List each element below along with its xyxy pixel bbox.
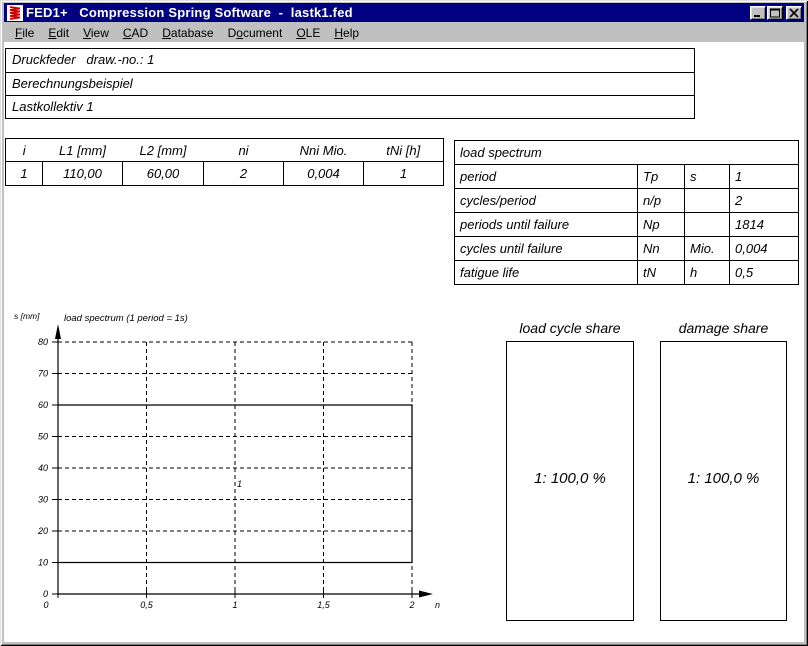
- x-tick-label: 0: [43, 600, 48, 610]
- spectrum-table-cell: 1814: [730, 213, 799, 237]
- spectrum-table-cell: n/p: [638, 189, 685, 213]
- menu-item-edit[interactable]: Edit: [41, 25, 76, 41]
- y-tick-label: 30: [38, 495, 48, 505]
- x-tick-label: 1,5: [317, 600, 331, 610]
- spectrum-table-cell: fatigue life: [455, 261, 638, 285]
- load-table-cell: 60,00: [123, 162, 204, 186]
- load-table-cell: 110,00: [43, 162, 123, 186]
- client-area: Druckfeder draw.-no.: 1Berechnungsbeispi…: [4, 42, 804, 642]
- x-tick-label: 0,5: [140, 600, 154, 610]
- y-axis-label: s [mm]: [14, 311, 40, 321]
- y-axis-arrow: [55, 324, 61, 339]
- document-header-line-3: Lastkollektiv 1: [6, 95, 694, 118]
- load-table-cell: 0,004: [284, 162, 364, 186]
- menu-item-file[interactable]: File: [8, 25, 41, 41]
- x-tick-label: 2: [408, 600, 414, 610]
- load-spectrum-chart: 0 10 20 30 40 50 60 70 80 0 0,5 1 1,5 2 1 load spectrum…: [6, 306, 442, 636]
- load-table-header-cell: ni: [204, 139, 284, 162]
- minimize-button[interactable]: [750, 6, 766, 20]
- app-spring-icon: [7, 5, 23, 21]
- y-tick-label: 80: [38, 337, 48, 347]
- y-tick-label: 20: [37, 526, 48, 536]
- y-tick-label: 70: [38, 369, 48, 379]
- spectrum-table-cell: Nn: [638, 237, 685, 261]
- title-bar[interactable]: FED1+ Compression Spring Software - last…: [4, 3, 804, 22]
- close-icon: [788, 8, 800, 18]
- y-tick-label: 40: [38, 463, 48, 473]
- spectrum-table-cell: 0,5: [730, 261, 799, 285]
- chart-title: load spectrum (1 period = 1s): [64, 313, 188, 324]
- table-row: fatigue lifetNh0,5: [455, 261, 799, 285]
- minimize-icon: [752, 8, 764, 18]
- y-tick-label: 50: [38, 432, 48, 442]
- menu-item-database[interactable]: Database: [155, 25, 220, 41]
- document-header-line-1: Druckfeder draw.-no.: 1: [6, 49, 694, 72]
- document-header-block: Druckfeder draw.-no.: 1Berechnungsbeispi…: [5, 48, 695, 119]
- spectrum-table-cell: 2: [730, 189, 799, 213]
- menu-item-document[interactable]: Document: [221, 25, 290, 41]
- spectrum-table-cell: tN: [638, 261, 685, 285]
- app-window: FED1+ Compression Spring Software - last…: [0, 0, 808, 646]
- table-row: periods until failureNp 1814: [455, 213, 799, 237]
- load-table-cell: 1: [364, 162, 444, 186]
- spectrum-table-cell: 0,004: [730, 237, 799, 261]
- table-row: cycles until failureNnMio.0,004: [455, 237, 799, 261]
- load-cycle-share-title: load cycle share: [506, 320, 634, 338]
- spectrum-table-cell: Mio.: [685, 237, 730, 261]
- table-row: periodTps1: [455, 165, 799, 189]
- menu-bar: FileEditViewCADDatabaseDocumentOLEHelp: [4, 23, 804, 42]
- table-row: cycles/periodn/p 2: [455, 189, 799, 213]
- damage-share-title: damage share: [660, 320, 787, 338]
- maximize-icon: [769, 8, 781, 18]
- table-row: 1110,0060,0020,0041: [6, 162, 444, 186]
- load-table-header-cell: L2 [mm]: [123, 139, 204, 162]
- spectrum-table-cell: Np: [638, 213, 685, 237]
- load-spectrum-table: load spectrumperiodTps1cycles/periodn/p2…: [454, 140, 799, 285]
- damage-share-value: 1: 100,0 %: [661, 470, 786, 487]
- load-cycle-share-box: 1: 100,0 %: [506, 341, 634, 621]
- load-collective-table: iL1 [mm]L2 [mm]niNni Mio.tNi [h]1110,006…: [5, 138, 444, 186]
- spectrum-table-cell: period: [455, 165, 638, 189]
- close-button[interactable]: [786, 6, 802, 20]
- load-table-header-cell: tNi [h]: [364, 139, 444, 162]
- load-table-header-cell: i: [6, 139, 43, 162]
- spectrum-table-cell: [685, 213, 730, 237]
- menu-item-cad[interactable]: CAD: [116, 25, 155, 41]
- window-controls: [749, 6, 802, 20]
- document-header-line-2: Berechnungsbeispiel: [6, 72, 694, 95]
- spectrum-table-cell: s: [685, 165, 730, 189]
- y-tick-label: 60: [38, 400, 48, 410]
- load-cycle-share-value: 1: 100,0 %: [507, 470, 633, 487]
- spectrum-table-cell: cycles/period: [455, 189, 638, 213]
- menu-item-ole[interactable]: OLE: [289, 25, 327, 41]
- maximize-button[interactable]: [767, 6, 783, 20]
- spectrum-table-cell: 1: [730, 165, 799, 189]
- window-title: FED1+ Compression Spring Software - last…: [26, 5, 749, 20]
- damage-share-box: 1: 100,0 %: [660, 341, 787, 621]
- spectrum-table-cell: periods until failure: [455, 213, 638, 237]
- y-tick-label: 10: [38, 558, 48, 568]
- spectrum-table-title: load spectrum: [455, 141, 799, 165]
- x-axis-label: n: [435, 600, 440, 610]
- load-table-cell: 1: [6, 162, 43, 186]
- load-table-header-cell: L1 [mm]: [43, 139, 123, 162]
- x-tick-label: 1: [232, 600, 237, 610]
- spectrum-table-cell: Tp: [638, 165, 685, 189]
- spectrum-table-cell: h: [685, 261, 730, 285]
- menu-item-view[interactable]: View: [76, 25, 116, 41]
- y-tick-label: 0: [43, 589, 48, 599]
- load-block-label: 1: [237, 479, 242, 489]
- load-table-cell: 2: [204, 162, 284, 186]
- menu-item-help[interactable]: Help: [327, 25, 366, 41]
- x-axis-arrow: [419, 591, 433, 598]
- spectrum-table-cell: [685, 189, 730, 213]
- spectrum-table-cell: cycles until failure: [455, 237, 638, 261]
- load-table-header-cell: Nni Mio.: [284, 139, 364, 162]
